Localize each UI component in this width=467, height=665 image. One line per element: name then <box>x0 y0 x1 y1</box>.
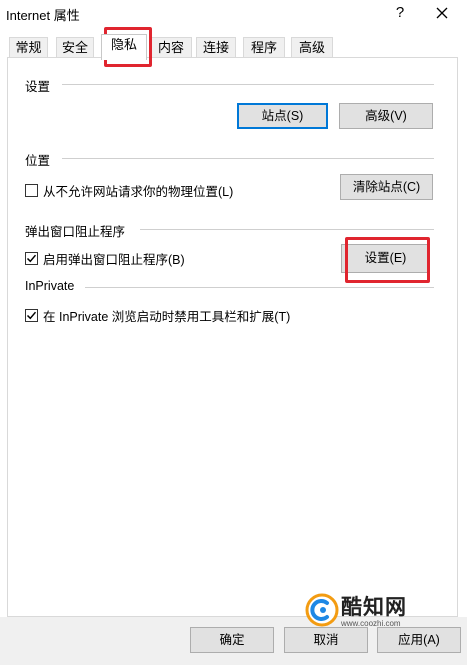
settings-section-label: 设置 <box>25 80 51 94</box>
popup-settings-button[interactable]: 设置(E) <box>341 244 430 273</box>
clear-sites-button[interactable]: 清除站点(C) <box>340 174 433 200</box>
inprivate-separator <box>85 287 434 288</box>
inprivate-checkbox-row[interactable]: 在 InPrivate 浏览启动时禁用工具栏和扩展(T) <box>25 306 290 325</box>
watermark-logo-icon <box>305 593 339 627</box>
inprivate-checkbox[interactable] <box>25 309 38 322</box>
location-separator <box>62 158 434 159</box>
help-icon[interactable]: ? <box>393 4 407 21</box>
location-checkbox-row[interactable]: 从不允许网站请求你的物理位置(L) <box>25 181 233 200</box>
privacy-panel <box>7 57 458 617</box>
popup-checkbox[interactable] <box>25 252 38 265</box>
watermark-brand: 酷知网 <box>341 596 407 619</box>
watermark: 酷知网 www.coozhi.com <box>305 589 455 637</box>
watermark-url: www.coozhi.com <box>341 619 401 628</box>
advanced-button[interactable]: 高级(V) <box>339 103 433 129</box>
popup-section-label: 弹出窗口阻止程序 <box>25 225 126 239</box>
tab-connections[interactable]: 连接 <box>196 37 236 58</box>
location-checkbox-label: 从不允许网站请求你的物理位置(L) <box>43 185 234 199</box>
tab-general[interactable]: 常规 <box>9 37 48 58</box>
location-checkbox[interactable] <box>25 184 38 197</box>
inprivate-checkbox-label: 在 InPrivate 浏览启动时禁用工具栏和扩展(T) <box>43 310 291 324</box>
tab-advanced[interactable]: 高级 <box>291 37 333 58</box>
tab-privacy[interactable]: 隐私 <box>101 34 147 60</box>
popup-checkbox-row[interactable]: 启用弹出窗口阻止程序(B) <box>25 249 185 268</box>
close-icon[interactable] <box>432 3 452 23</box>
settings-separator <box>62 84 434 85</box>
tab-content[interactable]: 内容 <box>150 37 192 58</box>
tab-strip: 常规 安全 隐私 内容 连接 程序 高级 <box>0 34 467 60</box>
popup-checkbox-label: 启用弹出窗口阻止程序(B) <box>43 253 185 267</box>
inprivate-section-label: InPrivate <box>25 279 75 293</box>
sites-button[interactable]: 站点(S) <box>237 103 328 129</box>
ok-button[interactable]: 确定 <box>190 627 274 653</box>
title-bar: Internet 属性 ? <box>0 0 467 28</box>
tab-security[interactable]: 安全 <box>56 37 94 58</box>
tab-programs[interactable]: 程序 <box>243 37 285 58</box>
popup-separator <box>140 229 434 230</box>
window-title: Internet 属性 <box>6 8 80 23</box>
location-section-label: 位置 <box>25 154 51 168</box>
